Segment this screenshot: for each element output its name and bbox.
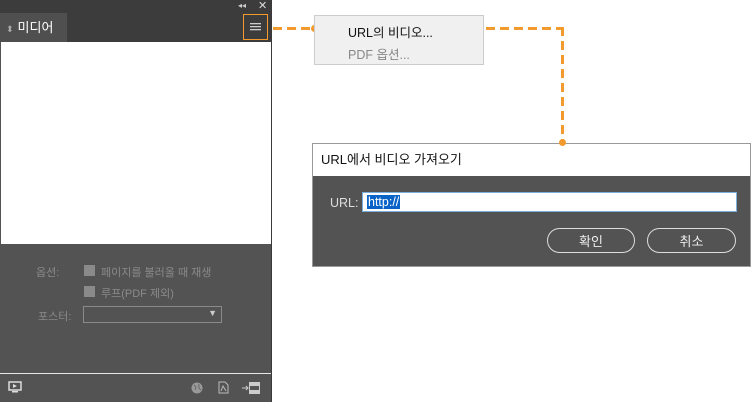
poster-label: 포스터: — [38, 311, 72, 323]
play-on-load-label: 페이지를 불러올 때 재생 — [101, 267, 212, 279]
url-input[interactable]: http:// — [362, 192, 737, 212]
callout-line — [561, 27, 564, 142]
close-icon[interactable]: ✕ — [258, 0, 267, 12]
chevron-down-icon: ▼ — [208, 308, 217, 318]
callout-line — [273, 27, 314, 30]
callout-line — [486, 27, 562, 30]
divider — [0, 373, 271, 374]
hamburger-icon — [250, 23, 261, 31]
tab-media[interactable]: ⬍ 미디어 — [0, 13, 67, 42]
reorder-icon: ⬍ — [6, 24, 14, 34]
loop-label: 루프(PDF 제외) — [101, 288, 174, 300]
flyout-menu: URL의 비디오... PDF 옵션... — [314, 15, 484, 65]
callout-dot — [559, 139, 566, 146]
tab-label: 미디어 — [17, 20, 54, 35]
dialog-title: URL에서 비디오 가져오기 — [313, 144, 750, 176]
panel-menu-button[interactable] — [243, 14, 268, 40]
play-on-load-checkbox[interactable] — [84, 265, 95, 276]
media-panel: ◂◂ ✕ ⬍ 미디어 옵션: 페이지를 불러올 때 재생 루프(PDF 제외) 포… — [0, 0, 272, 402]
import-video-dialog: URL에서 비디오 가져오기 URL: http:// 확인 취소 — [312, 143, 751, 267]
ok-button[interactable]: 확인 — [547, 228, 635, 253]
menu-item-video-from-url[interactable]: URL의 비디오... — [348, 22, 433, 41]
media-preview — [1, 42, 271, 244]
poster-select[interactable]: ▼ — [83, 306, 222, 323]
cancel-button[interactable]: 취소 — [647, 228, 736, 253]
pdf-icon[interactable] — [218, 381, 229, 394]
place-video-icon[interactable] — [241, 381, 261, 395]
loop-checkbox[interactable] — [84, 286, 95, 297]
collapse-icon[interactable]: ◂◂ — [238, 1, 246, 10]
preview-icon[interactable] — [8, 381, 22, 394]
options-label: 옵션: — [36, 267, 60, 279]
panel-top-bar: ◂◂ ✕ — [0, 0, 271, 13]
url-label: URL: — [330, 196, 359, 210]
url-value: http:// — [367, 195, 401, 209]
globe-icon[interactable] — [191, 382, 203, 394]
menu-item-pdf-options[interactable]: PDF 옵션... — [348, 44, 410, 63]
